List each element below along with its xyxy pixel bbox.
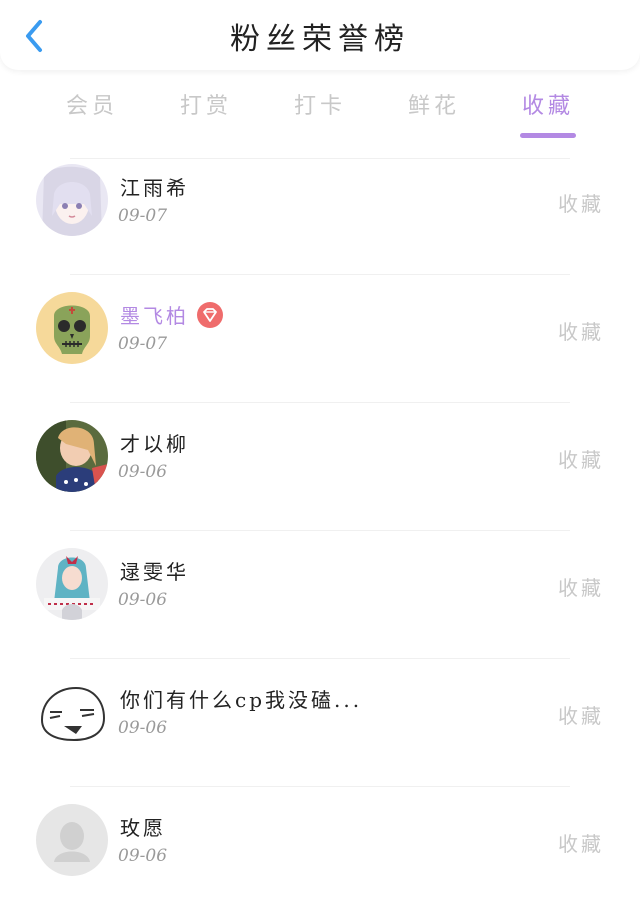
tab-favorites[interactable]: 收藏 [498,88,598,120]
favorite-label: 收藏 [558,448,604,472]
avatar[interactable] [36,804,108,876]
fan-name: 墨飞柏 [120,304,189,328]
fan-date: 09-06 [118,846,168,866]
divider [70,530,570,531]
avatar[interactable] [36,676,108,748]
tab-tips[interactable]: 打赏 [156,88,256,120]
list-item[interactable]: 墨飞柏 09-07 收藏 [0,274,640,402]
favorite-label: 收藏 [558,832,604,856]
fan-date: 09-07 [118,206,168,226]
favorite-label: 收藏 [558,192,604,216]
divider [70,274,570,275]
tab-bar: 会员 打赏 打卡 鲜花 收藏 [0,80,640,140]
avatar[interactable] [36,548,108,620]
tab-members[interactable]: 会员 [42,88,142,120]
fan-name: 你们有什么cp我没磕... [120,688,363,712]
active-tab-indicator [520,133,576,138]
diamond-badge-icon [197,302,223,328]
avatar[interactable] [36,164,108,236]
fan-name: 逯雯华 [120,560,189,584]
fan-date: 09-06 [118,462,168,482]
tab-checkin[interactable]: 打卡 [270,88,370,120]
fan-name: 江雨希 [120,176,189,200]
fan-date: 09-06 [118,590,168,610]
favorite-label: 收藏 [558,320,604,344]
favorite-label: 收藏 [558,704,604,728]
avatar[interactable] [36,420,108,492]
favorite-label: 收藏 [558,576,604,600]
fan-name: 才以柳 [120,432,189,456]
page-title: 粉丝荣誉榜 [230,22,410,57]
list-item[interactable]: 江雨希 09-07 收藏 [0,146,640,274]
list-item[interactable]: 才以柳 09-06 收藏 [0,402,640,530]
tab-flowers[interactable]: 鲜花 [384,88,484,120]
divider [70,158,570,159]
divider [70,658,570,659]
list-item[interactable]: 逯雯华 09-06 收藏 [0,530,640,658]
fan-date: 09-06 [118,718,168,738]
fan-name: 玫愿 [120,816,166,840]
divider [70,402,570,403]
divider [70,786,570,787]
header-bar: 粉丝荣誉榜 [0,0,640,70]
avatar[interactable] [36,292,108,364]
fan-date: 09-07 [118,334,168,354]
list-item[interactable]: 你们有什么cp我没磕... 09-06 收藏 [0,658,640,786]
list-item[interactable]: 玫愿 09-06 收藏 [0,786,640,914]
